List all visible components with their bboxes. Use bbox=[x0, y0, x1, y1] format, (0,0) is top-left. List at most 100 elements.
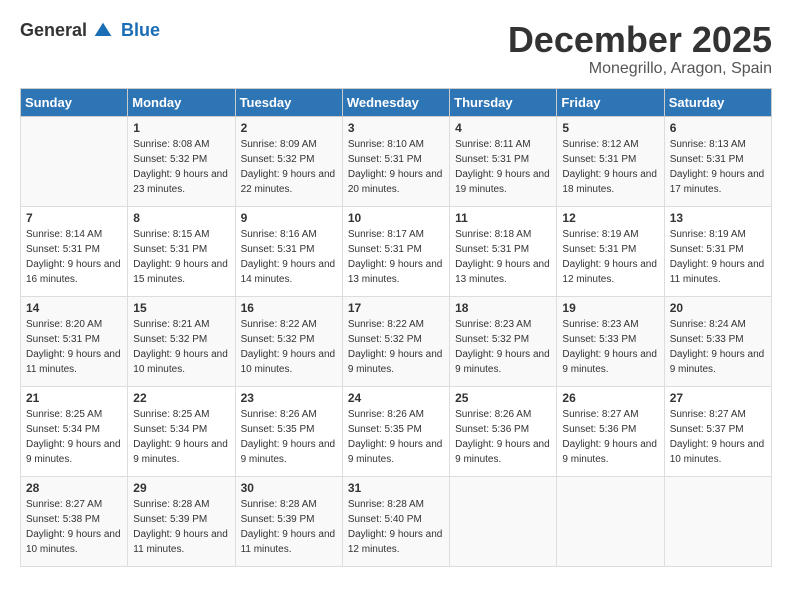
day-number: 21 bbox=[26, 391, 122, 405]
day-info: Sunrise: 8:22 AMSunset: 5:32 PMDaylight:… bbox=[241, 317, 337, 377]
day-info: Sunrise: 8:22 AMSunset: 5:32 PMDaylight:… bbox=[348, 317, 444, 377]
day-number: 26 bbox=[562, 391, 658, 405]
day-info: Sunrise: 8:27 AMSunset: 5:38 PMDaylight:… bbox=[26, 497, 122, 557]
calendar-cell bbox=[664, 476, 771, 566]
calendar-week-row: 21 Sunrise: 8:25 AMSunset: 5:34 PMDayligh… bbox=[21, 386, 772, 476]
day-info: Sunrise: 8:16 AMSunset: 5:31 PMDaylight:… bbox=[241, 227, 337, 287]
day-info: Sunrise: 8:10 AMSunset: 5:31 PMDaylight:… bbox=[348, 137, 444, 197]
logo-icon bbox=[93, 21, 113, 41]
calendar-cell: 29 Sunrise: 8:28 AMSunset: 5:39 PMDayligh… bbox=[128, 476, 235, 566]
logo-blue: Blue bbox=[121, 20, 160, 41]
logo-general: General bbox=[20, 20, 87, 41]
day-info: Sunrise: 8:25 AMSunset: 5:34 PMDaylight:… bbox=[133, 407, 229, 467]
calendar-cell: 1 Sunrise: 8:08 AMSunset: 5:32 PMDaylight… bbox=[128, 116, 235, 206]
day-info: Sunrise: 8:28 AMSunset: 5:40 PMDaylight:… bbox=[348, 497, 444, 557]
day-info: Sunrise: 8:23 AMSunset: 5:32 PMDaylight:… bbox=[455, 317, 551, 377]
calendar-cell: 2Sunrise: 8:09 AMSunset: 5:32 PMDaylight… bbox=[235, 116, 342, 206]
day-info: Sunrise: 8:13 AMSunset: 5:31 PMDaylight:… bbox=[670, 137, 766, 197]
calendar-header-row: SundayMondayTuesdayWednesdayThursdayFrid… bbox=[21, 88, 772, 116]
day-number: 6 bbox=[670, 121, 766, 135]
day-number: 19 bbox=[562, 301, 658, 315]
day-number: 23 bbox=[241, 391, 337, 405]
header-cell-sunday: Sunday bbox=[21, 88, 128, 116]
day-info: Sunrise: 8:20 AMSunset: 5:31 PMDaylight:… bbox=[26, 317, 122, 377]
day-number: 10 bbox=[348, 211, 444, 225]
day-number: 11 bbox=[455, 211, 551, 225]
day-info: Sunrise: 8:26 AMSunset: 5:35 PMDaylight:… bbox=[241, 407, 337, 467]
header-cell-monday: Monday bbox=[128, 88, 235, 116]
calendar-cell: 19 Sunrise: 8:23 AMSunset: 5:33 PMDayligh… bbox=[557, 296, 664, 386]
calendar-cell: 11Sunrise: 8:18 AMSunset: 5:31 PMDayligh… bbox=[450, 206, 557, 296]
day-info: Sunrise: 8:09 AMSunset: 5:32 PMDaylight:… bbox=[241, 137, 337, 197]
calendar-cell: 25 Sunrise: 8:26 AMSunset: 5:36 PMDayligh… bbox=[450, 386, 557, 476]
day-info: Sunrise: 8:28 AMSunset: 5:39 PMDaylight:… bbox=[241, 497, 337, 557]
calendar-cell: 28 Sunrise: 8:27 AMSunset: 5:38 PMDayligh… bbox=[21, 476, 128, 566]
day-info: Sunrise: 8:17 AMSunset: 5:31 PMDaylight:… bbox=[348, 227, 444, 287]
calendar-cell bbox=[557, 476, 664, 566]
calendar-cell: 30 Sunrise: 8:28 AMSunset: 5:39 PMDayligh… bbox=[235, 476, 342, 566]
calendar-cell: 15 Sunrise: 8:21 AMSunset: 5:32 PMDayligh… bbox=[128, 296, 235, 386]
day-info: Sunrise: 8:19 AMSunset: 5:31 PMDaylight:… bbox=[562, 227, 658, 287]
day-number: 7 bbox=[26, 211, 122, 225]
calendar-week-row: 1 Sunrise: 8:08 AMSunset: 5:32 PMDaylight… bbox=[21, 116, 772, 206]
day-number: 28 bbox=[26, 481, 122, 495]
location-title: Monegrillo, Aragon, Spain bbox=[508, 60, 772, 78]
calendar-cell: 6 Sunrise: 8:13 AMSunset: 5:31 PMDaylight… bbox=[664, 116, 771, 206]
day-info: Sunrise: 8:26 AMSunset: 5:35 PMDaylight:… bbox=[348, 407, 444, 467]
calendar-cell: 8Sunrise: 8:15 AMSunset: 5:31 PMDaylight… bbox=[128, 206, 235, 296]
header-cell-wednesday: Wednesday bbox=[342, 88, 449, 116]
calendar-cell: 24 Sunrise: 8:26 AMSunset: 5:35 PMDayligh… bbox=[342, 386, 449, 476]
calendar-cell: 3 Sunrise: 8:10 AMSunset: 5:31 PMDaylight… bbox=[342, 116, 449, 206]
day-info: Sunrise: 8:24 AMSunset: 5:33 PMDaylight:… bbox=[670, 317, 766, 377]
day-number: 20 bbox=[670, 301, 766, 315]
day-number: 14 bbox=[26, 301, 122, 315]
header-cell-saturday: Saturday bbox=[664, 88, 771, 116]
day-info: Sunrise: 8:15 AMSunset: 5:31 PMDaylight:… bbox=[133, 227, 229, 287]
header: General Blue December 2025 Monegrillo, A… bbox=[20, 20, 772, 78]
calendar-cell: 4Sunrise: 8:11 AMSunset: 5:31 PMDaylight… bbox=[450, 116, 557, 206]
day-number: 31 bbox=[348, 481, 444, 495]
calendar-week-row: 28 Sunrise: 8:27 AMSunset: 5:38 PMDayligh… bbox=[21, 476, 772, 566]
day-number: 17 bbox=[348, 301, 444, 315]
day-info: Sunrise: 8:14 AMSunset: 5:31 PMDaylight:… bbox=[26, 227, 122, 287]
day-number: 15 bbox=[133, 301, 229, 315]
day-number: 27 bbox=[670, 391, 766, 405]
day-info: Sunrise: 8:27 AMSunset: 5:37 PMDaylight:… bbox=[670, 407, 766, 467]
calendar-cell: 7 Sunrise: 8:14 AMSunset: 5:31 PMDaylight… bbox=[21, 206, 128, 296]
day-info: Sunrise: 8:08 AMSunset: 5:32 PMDaylight:… bbox=[133, 137, 229, 197]
day-number: 29 bbox=[133, 481, 229, 495]
header-cell-friday: Friday bbox=[557, 88, 664, 116]
calendar-cell: 27 Sunrise: 8:27 AMSunset: 5:37 PMDayligh… bbox=[664, 386, 771, 476]
day-number: 24 bbox=[348, 391, 444, 405]
title-area: December 2025 Monegrillo, Aragon, Spain bbox=[508, 20, 772, 78]
calendar-cell: 10 Sunrise: 8:17 AMSunset: 5:31 PMDayligh… bbox=[342, 206, 449, 296]
calendar-week-row: 7 Sunrise: 8:14 AMSunset: 5:31 PMDaylight… bbox=[21, 206, 772, 296]
day-number: 9 bbox=[241, 211, 337, 225]
day-number: 18 bbox=[455, 301, 551, 315]
day-info: Sunrise: 8:28 AMSunset: 5:39 PMDaylight:… bbox=[133, 497, 229, 557]
day-info: Sunrise: 8:11 AMSunset: 5:31 PMDaylight:… bbox=[455, 137, 551, 197]
day-info: Sunrise: 8:19 AMSunset: 5:31 PMDaylight:… bbox=[670, 227, 766, 287]
calendar-cell: 23 Sunrise: 8:26 AMSunset: 5:35 PMDayligh… bbox=[235, 386, 342, 476]
calendar-cell bbox=[450, 476, 557, 566]
day-number: 12 bbox=[562, 211, 658, 225]
logo: General Blue bbox=[20, 20, 160, 41]
calendar-body: 1 Sunrise: 8:08 AMSunset: 5:32 PMDaylight… bbox=[21, 116, 772, 566]
day-number: 30 bbox=[241, 481, 337, 495]
month-title: December 2025 bbox=[508, 20, 772, 60]
calendar-cell: 12 Sunrise: 8:19 AMSunset: 5:31 PMDayligh… bbox=[557, 206, 664, 296]
calendar-cell: 22 Sunrise: 8:25 AMSunset: 5:34 PMDayligh… bbox=[128, 386, 235, 476]
day-info: Sunrise: 8:26 AMSunset: 5:36 PMDaylight:… bbox=[455, 407, 551, 467]
calendar-cell: 14 Sunrise: 8:20 AMSunset: 5:31 PMDayligh… bbox=[21, 296, 128, 386]
day-number: 25 bbox=[455, 391, 551, 405]
day-info: Sunrise: 8:25 AMSunset: 5:34 PMDaylight:… bbox=[26, 407, 122, 467]
day-number: 3 bbox=[348, 121, 444, 135]
day-info: Sunrise: 8:21 AMSunset: 5:32 PMDaylight:… bbox=[133, 317, 229, 377]
day-info: Sunrise: 8:23 AMSunset: 5:33 PMDaylight:… bbox=[562, 317, 658, 377]
calendar-cell: 21 Sunrise: 8:25 AMSunset: 5:34 PMDayligh… bbox=[21, 386, 128, 476]
day-number: 22 bbox=[133, 391, 229, 405]
calendar-cell: 17 Sunrise: 8:22 AMSunset: 5:32 PMDayligh… bbox=[342, 296, 449, 386]
calendar-cell: 31 Sunrise: 8:28 AMSunset: 5:40 PMDayligh… bbox=[342, 476, 449, 566]
header-cell-tuesday: Tuesday bbox=[235, 88, 342, 116]
day-number: 1 bbox=[133, 121, 229, 135]
